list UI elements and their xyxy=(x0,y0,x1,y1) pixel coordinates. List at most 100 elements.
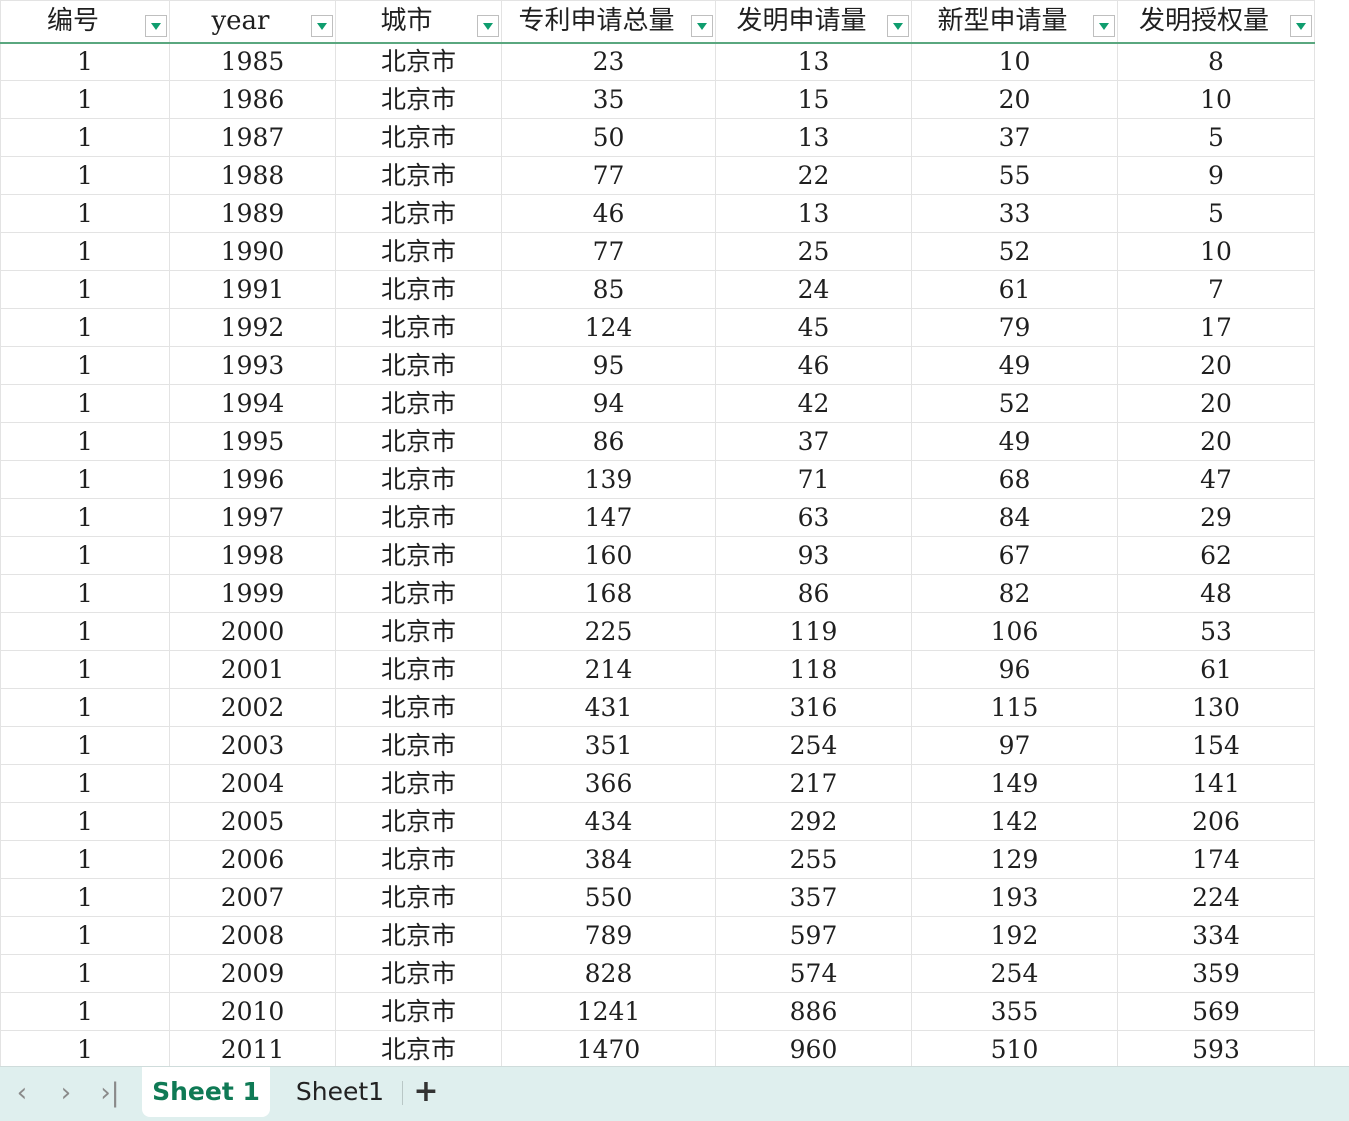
cell-invention-applications[interactable]: 86 xyxy=(715,574,912,613)
cell-total-applications[interactable]: 789 xyxy=(501,916,716,955)
cell-total-applications[interactable]: 1470 xyxy=(501,1030,716,1066)
cell-invention-applications[interactable]: 42 xyxy=(715,384,912,423)
cell-utility-applications[interactable]: 96 xyxy=(911,650,1118,689)
cell-year[interactable]: 1987 xyxy=(169,118,336,157)
cell-year[interactable]: 2004 xyxy=(169,764,336,803)
cell-utility-applications[interactable]: 49 xyxy=(911,422,1118,461)
cell-utility-applications[interactable]: 61 xyxy=(911,270,1118,309)
cell-id[interactable]: 1 xyxy=(0,80,170,119)
cell-city[interactable]: 北京市 xyxy=(335,194,502,233)
cell-year[interactable]: 2005 xyxy=(169,802,336,841)
cell-total-applications[interactable]: 1241 xyxy=(501,992,716,1031)
cell-invention-grants[interactable]: 20 xyxy=(1117,346,1315,385)
cell-year[interactable]: 1985 xyxy=(169,42,336,81)
cell-id[interactable]: 1 xyxy=(0,650,170,689)
cell-year[interactable]: 1991 xyxy=(169,270,336,309)
filter-dropdown-icon[interactable] xyxy=(477,15,499,37)
cell-utility-applications[interactable]: 52 xyxy=(911,384,1118,423)
cell-city[interactable]: 北京市 xyxy=(335,764,502,803)
plus-icon[interactable]: + xyxy=(412,1074,440,1110)
filter-dropdown-icon[interactable] xyxy=(311,15,333,37)
cell-invention-applications[interactable]: 217 xyxy=(715,764,912,803)
cell-city[interactable]: 北京市 xyxy=(335,422,502,461)
cell-city[interactable]: 北京市 xyxy=(335,650,502,689)
cell-utility-applications[interactable]: 55 xyxy=(911,156,1118,195)
cell-city[interactable]: 北京市 xyxy=(335,688,502,727)
cell-total-applications[interactable]: 434 xyxy=(501,802,716,841)
cell-utility-applications[interactable]: 142 xyxy=(911,802,1118,841)
cell-invention-applications[interactable]: 24 xyxy=(715,270,912,309)
cell-invention-grants[interactable]: 334 xyxy=(1117,916,1315,955)
cell-id[interactable]: 1 xyxy=(0,384,170,423)
cell-city[interactable]: 北京市 xyxy=(335,80,502,119)
cell-id[interactable]: 1 xyxy=(0,840,170,879)
cell-year[interactable]: 1996 xyxy=(169,460,336,499)
cell-id[interactable]: 1 xyxy=(0,232,170,271)
cell-total-applications[interactable]: 139 xyxy=(501,460,716,499)
cell-city[interactable]: 北京市 xyxy=(335,498,502,537)
cell-total-applications[interactable]: 50 xyxy=(501,118,716,157)
cell-utility-applications[interactable]: 10 xyxy=(911,42,1118,81)
cell-id[interactable]: 1 xyxy=(0,878,170,917)
cell-total-applications[interactable]: 86 xyxy=(501,422,716,461)
cell-invention-applications[interactable]: 254 xyxy=(715,726,912,765)
cell-year[interactable]: 1988 xyxy=(169,156,336,195)
cell-total-applications[interactable]: 828 xyxy=(501,954,716,993)
sheet-tab-sheet-1[interactable]: Sheet 1 xyxy=(142,1067,270,1117)
cell-year[interactable]: 2009 xyxy=(169,954,336,993)
cell-utility-applications[interactable]: 84 xyxy=(911,498,1118,537)
cell-invention-applications[interactable]: 13 xyxy=(715,42,912,81)
cell-invention-grants[interactable]: 47 xyxy=(1117,460,1315,499)
column-header-id[interactable]: 编号 xyxy=(0,0,170,44)
cell-invention-applications[interactable]: 13 xyxy=(715,118,912,157)
cell-invention-grants[interactable]: 9 xyxy=(1117,156,1315,195)
cell-year[interactable]: 1998 xyxy=(169,536,336,575)
cell-city[interactable]: 北京市 xyxy=(335,802,502,841)
cell-invention-grants[interactable]: 5 xyxy=(1117,194,1315,233)
cell-total-applications[interactable]: 160 xyxy=(501,536,716,575)
cell-id[interactable]: 1 xyxy=(0,422,170,461)
column-header-city[interactable]: 城市 xyxy=(335,0,502,44)
column-header-invention-applications[interactable]: 发明申请量 xyxy=(715,0,912,44)
cell-invention-applications[interactable]: 118 xyxy=(715,650,912,689)
cell-city[interactable]: 北京市 xyxy=(335,726,502,765)
cell-invention-applications[interactable]: 22 xyxy=(715,156,912,195)
cell-total-applications[interactable]: 351 xyxy=(501,726,716,765)
cell-city[interactable]: 北京市 xyxy=(335,954,502,993)
cell-city[interactable]: 北京市 xyxy=(335,384,502,423)
cell-utility-applications[interactable]: 149 xyxy=(911,764,1118,803)
cell-city[interactable]: 北京市 xyxy=(335,118,502,157)
cell-id[interactable]: 1 xyxy=(0,460,170,499)
cell-year[interactable]: 2008 xyxy=(169,916,336,955)
cell-total-applications[interactable]: 384 xyxy=(501,840,716,879)
cell-invention-grants[interactable]: 17 xyxy=(1117,308,1315,347)
cell-invention-grants[interactable]: 61 xyxy=(1117,650,1315,689)
cell-invention-applications[interactable]: 119 xyxy=(715,612,912,651)
cell-total-applications[interactable]: 366 xyxy=(501,764,716,803)
cell-utility-applications[interactable]: 192 xyxy=(911,916,1118,955)
cell-utility-applications[interactable]: 193 xyxy=(911,878,1118,917)
cell-invention-applications[interactable]: 574 xyxy=(715,954,912,993)
cell-invention-grants[interactable]: 7 xyxy=(1117,270,1315,309)
cell-total-applications[interactable]: 550 xyxy=(501,878,716,917)
cell-year[interactable]: 1986 xyxy=(169,80,336,119)
cell-utility-applications[interactable]: 254 xyxy=(911,954,1118,993)
cell-id[interactable]: 1 xyxy=(0,992,170,1031)
cell-utility-applications[interactable]: 355 xyxy=(911,992,1118,1031)
cell-invention-grants[interactable]: 141 xyxy=(1117,764,1315,803)
cell-year[interactable]: 2010 xyxy=(169,992,336,1031)
cell-city[interactable]: 北京市 xyxy=(335,992,502,1031)
cell-utility-applications[interactable]: 82 xyxy=(911,574,1118,613)
cell-utility-applications[interactable]: 33 xyxy=(911,194,1118,233)
cell-invention-grants[interactable]: 62 xyxy=(1117,536,1315,575)
chevron-last-icon[interactable]: ›| xyxy=(96,1075,124,1111)
cell-utility-applications[interactable]: 52 xyxy=(911,232,1118,271)
cell-id[interactable]: 1 xyxy=(0,726,170,765)
cell-invention-applications[interactable]: 357 xyxy=(715,878,912,917)
cell-invention-grants[interactable]: 10 xyxy=(1117,80,1315,119)
cell-id[interactable]: 1 xyxy=(0,916,170,955)
cell-invention-applications[interactable]: 15 xyxy=(715,80,912,119)
cell-utility-applications[interactable]: 129 xyxy=(911,840,1118,879)
cell-city[interactable]: 北京市 xyxy=(335,42,502,81)
cell-total-applications[interactable]: 46 xyxy=(501,194,716,233)
